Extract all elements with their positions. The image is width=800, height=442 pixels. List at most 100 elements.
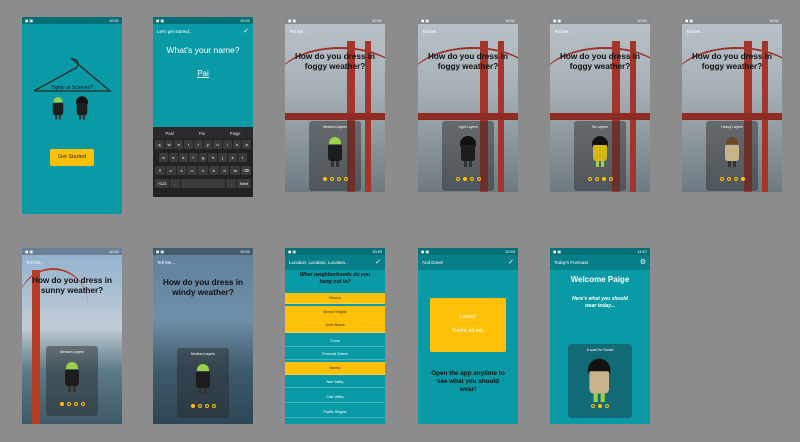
key[interactable]: c xyxy=(187,166,198,175)
neighborhood-item[interactable]: Cole Valley xyxy=(285,392,385,403)
page-dot[interactable] xyxy=(594,177,599,181)
page-dot[interactable] xyxy=(329,177,334,181)
neighborhood-item[interactable]: Bernal Heights xyxy=(285,306,385,320)
space-key[interactable] xyxy=(180,179,226,188)
page-dot[interactable] xyxy=(591,404,595,408)
suggestion[interactable]: Paid xyxy=(165,131,173,136)
page-dot[interactable] xyxy=(204,404,209,408)
page-dot[interactable] xyxy=(469,177,474,181)
page-dot[interactable] xyxy=(733,177,738,181)
key[interactable]: x xyxy=(176,166,187,175)
page-dot[interactable] xyxy=(476,177,481,181)
neighborhood-item[interactable]: Noe Valley xyxy=(285,377,385,388)
action-bar: Tell Me... xyxy=(422,29,441,34)
outfit-card[interactable]: A scarf for Soma! xyxy=(568,344,632,418)
key[interactable]: a xyxy=(159,153,168,162)
get-started-button[interactable]: Get Started xyxy=(50,149,94,166)
page-dot[interactable] xyxy=(605,404,609,408)
neighborhood-item[interactable]: North Beach xyxy=(285,319,385,333)
clothing-card[interactable]: No Layers xyxy=(574,121,626,191)
page-dot[interactable] xyxy=(726,177,731,181)
clothing-card[interactable]: Heavy Layers xyxy=(706,121,758,191)
screen-sunny: ◼ ▣ 10:51 Tell Me... How do you dress in … xyxy=(22,248,122,424)
name-input[interactable]: Pai xyxy=(191,69,215,78)
action-bar: And Done! ✓ xyxy=(418,255,518,270)
check-icon[interactable]: ✓ xyxy=(375,255,381,270)
page-dot[interactable] xyxy=(59,402,64,406)
status-bar: ◼ ▣ 10:51 xyxy=(682,17,782,24)
page-dot[interactable] xyxy=(211,404,216,408)
status-bar: ◼ ▣ 10:51 xyxy=(153,17,253,24)
backspace-key[interactable]: ⌫ xyxy=(241,166,252,175)
action-bar: Tell Me... xyxy=(157,260,176,265)
screen-windy: ◼ ▣ 10:51 Tell Me... How do you dress in … xyxy=(153,248,253,424)
key[interactable]: . xyxy=(226,179,237,188)
key[interactable]: e xyxy=(174,140,184,149)
key[interactable]: i xyxy=(222,140,232,149)
key[interactable]: d xyxy=(178,153,188,162)
page-dot[interactable] xyxy=(336,177,341,181)
clothing-card[interactable]: Medium Layers xyxy=(177,348,229,418)
key[interactable]: n xyxy=(219,166,230,175)
page-dot[interactable] xyxy=(587,177,592,181)
droid-left xyxy=(52,97,64,127)
key[interactable]: b xyxy=(208,166,219,175)
neighborhood-item[interactable]: Mission xyxy=(285,293,385,304)
suggestion[interactable]: Paige xyxy=(230,131,241,136)
screen-foggy-none: ◼ ▣ 10:51 Tell Me... How do you dress in … xyxy=(550,17,650,192)
page-dot[interactable] xyxy=(80,402,85,406)
key[interactable]: g xyxy=(198,153,208,162)
neighborhood-item[interactable]: Financial District xyxy=(285,349,385,360)
page-dot[interactable] xyxy=(190,404,195,408)
status-bar: ◼ ▣ 10:51 xyxy=(22,248,122,255)
check-icon[interactable]: ✓ xyxy=(508,255,514,270)
symbols-key[interactable]: ?123 xyxy=(155,179,169,188)
card-label: Medium Layers xyxy=(323,125,347,129)
page-dot[interactable] xyxy=(598,404,602,408)
key[interactable]: v xyxy=(198,166,208,175)
question: What neighborhoods do you hang out in? xyxy=(299,272,371,285)
key[interactable]: w xyxy=(164,140,174,149)
next-key[interactable]: Next xyxy=(237,179,251,188)
key[interactable]: l xyxy=(238,153,248,162)
key[interactable]: m xyxy=(230,166,241,175)
key[interactable]: z xyxy=(165,166,176,175)
key[interactable]: t xyxy=(193,140,203,149)
page-dot[interactable] xyxy=(740,177,745,181)
key[interactable]: f xyxy=(188,153,198,162)
check-icon[interactable]: ✓ xyxy=(243,24,249,39)
key[interactable]: h xyxy=(208,153,218,162)
page-dot[interactable] xyxy=(197,404,202,408)
key[interactable]: r xyxy=(184,140,193,149)
key[interactable]: y xyxy=(203,140,213,149)
status-bar: ◼ ▣ 10:51 xyxy=(285,17,385,24)
status-bar: ◼ ▣ 10:53 xyxy=(285,248,385,255)
page-dot[interactable] xyxy=(343,177,348,181)
neighborhood-item[interactable]: Soma xyxy=(285,336,385,347)
suggestion[interactable]: Pai xyxy=(199,131,205,136)
page-dot[interactable] xyxy=(455,177,460,181)
key[interactable]: k xyxy=(228,153,238,162)
page-dot[interactable] xyxy=(608,177,613,181)
page-dot[interactable] xyxy=(66,402,71,406)
page-dot[interactable] xyxy=(322,177,327,181)
key[interactable]: u xyxy=(213,140,222,149)
key[interactable]: p xyxy=(242,140,252,149)
gear-icon[interactable]: ⚙ xyxy=(640,255,646,270)
neighborhood-item[interactable]: Pacific Heights xyxy=(285,407,385,418)
shift-key[interactable]: ⇧ xyxy=(155,166,165,175)
page-dot[interactable] xyxy=(73,402,78,406)
clothing-card[interactable]: Medium Layers xyxy=(309,121,361,191)
key[interactable]: q xyxy=(155,140,164,149)
clothing-card[interactable]: Medium Layers xyxy=(46,346,98,416)
neighborhood-item[interactable]: Marina xyxy=(285,362,385,375)
key[interactable]: j xyxy=(218,153,228,162)
key[interactable]: , xyxy=(169,179,180,188)
page-dot[interactable] xyxy=(462,177,467,181)
page-dot[interactable] xyxy=(601,177,606,181)
clothing-card[interactable]: Light Layers xyxy=(442,121,494,191)
key[interactable]: o xyxy=(232,140,242,149)
done-line-2: You're all set. xyxy=(451,328,485,334)
page-dot[interactable] xyxy=(719,177,724,181)
key[interactable]: s xyxy=(168,153,178,162)
